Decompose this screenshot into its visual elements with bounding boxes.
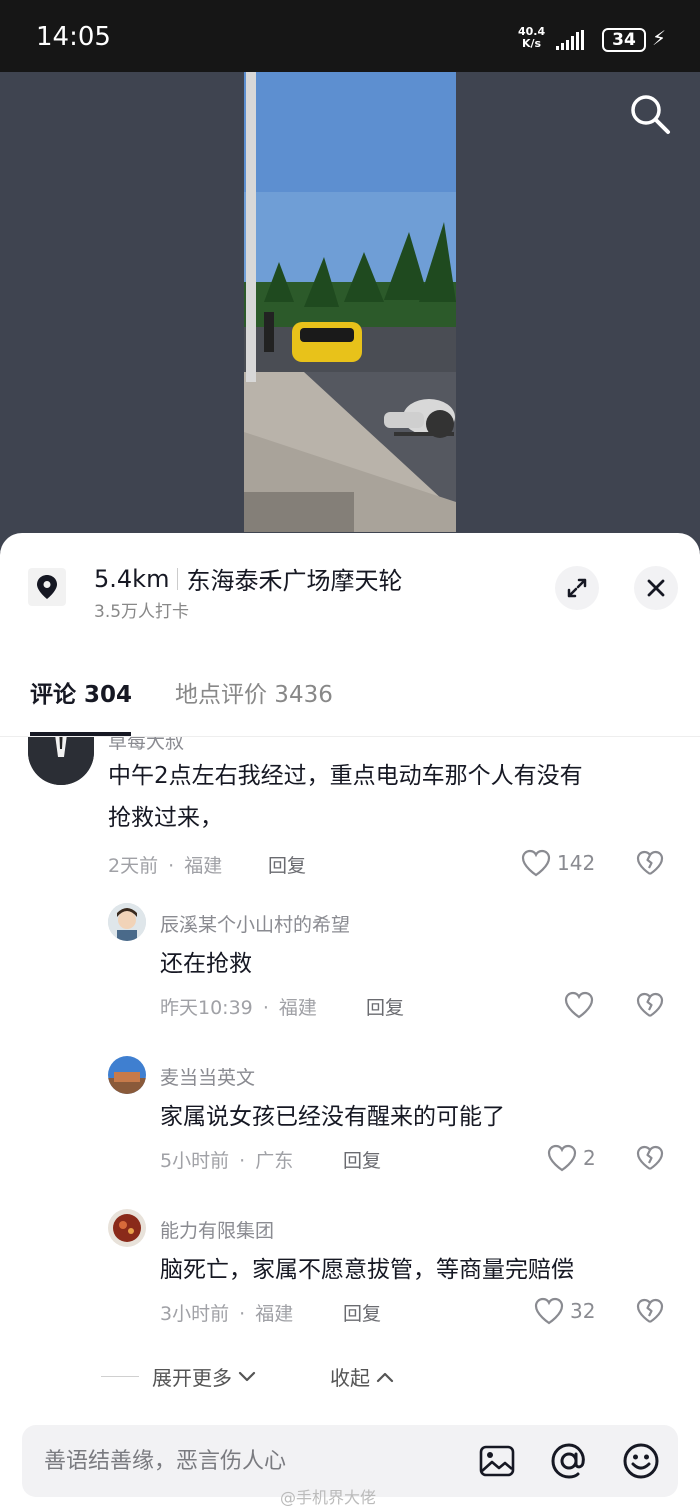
reply-button[interactable]: 回复	[343, 1299, 381, 1326]
heart-icon	[564, 991, 594, 1019]
comment-time: 昨天10:39	[160, 997, 253, 1019]
broken-heart-icon	[636, 1145, 664, 1170]
expand-more-button[interactable]: 展开更多	[152, 1362, 256, 1391]
broken-heart-icon	[636, 992, 664, 1017]
at-icon	[551, 1443, 585, 1479]
meta-separator: ·	[239, 1150, 246, 1172]
comment-text: 脑死亡，家属不愿意拔管，等商量完赔偿	[160, 1257, 574, 1283]
video-frame	[244, 72, 456, 532]
search-button[interactable]	[626, 90, 674, 138]
network-speed: 40.4 K/s	[518, 26, 545, 50]
comment-author[interactable]: 能力有限集团	[160, 1216, 274, 1243]
dislike-button[interactable]	[636, 1298, 664, 1328]
emoji-icon	[623, 1443, 659, 1479]
location-title[interactable]: 5.4km 东海泰禾广场摩天轮	[94, 561, 402, 596]
status-time: 14:05	[36, 22, 111, 52]
dislike-button[interactable]	[636, 850, 664, 880]
mention-button[interactable]	[550, 1442, 588, 1480]
image-button[interactable]	[478, 1442, 516, 1480]
comment-author[interactable]: 辰溪某个小山村的希望	[160, 910, 350, 937]
comment-meta: 5小时前 · 广东	[160, 1146, 293, 1173]
reply-button[interactable]: 回复	[268, 851, 306, 878]
dislike-button[interactable]	[636, 992, 664, 1022]
comment-author[interactable]: 麦当当英文	[160, 1063, 255, 1090]
image-icon	[479, 1445, 515, 1477]
avatar[interactable]	[28, 737, 94, 785]
avatar[interactable]	[108, 903, 146, 941]
comment-list[interactable]: 草莓大叔 中午2点左右我经过，重点电动车那个人有没有 抢救过来， 2天前 · 福…	[0, 737, 700, 1417]
avatar[interactable]	[108, 1056, 146, 1094]
comment-input[interactable]	[22, 1425, 442, 1497]
comment-meta: 3小时前 · 福建	[160, 1299, 293, 1326]
charging-icon: ⚡	[652, 26, 667, 50]
expand-line	[101, 1376, 139, 1377]
broken-heart-icon	[636, 850, 664, 875]
street-scene-image	[244, 72, 456, 532]
like-count: 142	[557, 851, 596, 875]
status-bar: 14:05 40.4 K/s 34 ⚡	[0, 0, 700, 72]
signal-icon	[556, 30, 584, 50]
meta-separator: ·	[239, 1303, 246, 1325]
like-button[interactable]: 2	[547, 1144, 596, 1172]
heart-icon	[547, 1144, 577, 1172]
expand-button[interactable]	[555, 566, 599, 610]
meta-separator: ·	[168, 855, 175, 877]
comment-text: 家属说女孩已经没有醒来的可能了	[160, 1104, 505, 1130]
like-button[interactable]	[564, 991, 600, 1019]
avatar[interactable]	[108, 1209, 146, 1247]
comment-region: 福建	[255, 1303, 294, 1325]
dislike-button[interactable]	[636, 1145, 664, 1175]
watermark: @手机界大佬	[280, 1488, 377, 1507]
collapse-label: 收起	[330, 1366, 370, 1390]
comment-meta: 2天前 · 福建	[108, 851, 222, 878]
chevron-up-icon	[376, 1372, 394, 1382]
comment-text: 还在抢救	[160, 951, 252, 977]
tab-comments[interactable]: 评论 304	[30, 675, 132, 709]
location-name: 东海泰禾广场摩天轮	[186, 567, 403, 595]
comment-region: 福建	[184, 855, 223, 877]
like-count: 32	[570, 1299, 596, 1323]
comment-time: 5小时前	[160, 1150, 230, 1172]
heart-icon	[521, 849, 551, 877]
emoji-button[interactable]	[622, 1442, 660, 1480]
comment-region: 广东	[255, 1150, 294, 1172]
comment-author[interactable]: 草莓大叔	[108, 737, 184, 754]
comment-meta: 昨天10:39 · 福建	[160, 993, 317, 1020]
comment-time: 3小时前	[160, 1303, 230, 1325]
network-speed-unit: K/s	[522, 37, 542, 50]
search-icon	[631, 95, 670, 134]
close-button[interactable]	[634, 566, 678, 610]
comments-sheet: 5.4km 东海泰禾广场摩天轮 3.5万人打卡 评论 304 地点评价 3436…	[0, 533, 700, 1511]
expand-more-label: 展开更多	[152, 1366, 232, 1390]
comment-text: 中午2点左右我经过，重点电动车那个人有没有 抢救过来，	[108, 755, 583, 839]
comment-text-line: 抢救过来，	[108, 805, 223, 831]
expand-icon	[567, 578, 587, 598]
comment-text-line: 中午2点左右我经过，重点电动车那个人有没有	[108, 763, 583, 789]
location-distance: 5.4km	[94, 564, 170, 593]
meta-separator: ·	[262, 997, 269, 1019]
collapse-button[interactable]: 收起	[330, 1362, 394, 1391]
broken-heart-icon	[636, 1298, 664, 1323]
location-checkins: 3.5万人打卡	[94, 602, 190, 622]
battery-level: 34	[612, 30, 636, 50]
close-icon	[647, 579, 665, 597]
heart-icon	[534, 1297, 564, 1325]
battery-icon: 34	[602, 28, 646, 52]
comment-region: 福建	[278, 997, 317, 1019]
reply-button[interactable]: 回复	[366, 993, 404, 1020]
chevron-down-icon	[238, 1371, 256, 1381]
like-count: 2	[583, 1146, 596, 1170]
reply-button[interactable]: 回复	[343, 1146, 381, 1173]
video-player[interactable]	[0, 72, 700, 552]
location-pin-icon	[28, 568, 66, 606]
title-separator	[177, 567, 179, 590]
like-button[interactable]: 32	[534, 1297, 595, 1325]
comment-time: 2天前	[108, 855, 159, 877]
tab-location-reviews[interactable]: 地点评价 3436	[175, 675, 333, 709]
like-button[interactable]: 142	[521, 849, 595, 877]
